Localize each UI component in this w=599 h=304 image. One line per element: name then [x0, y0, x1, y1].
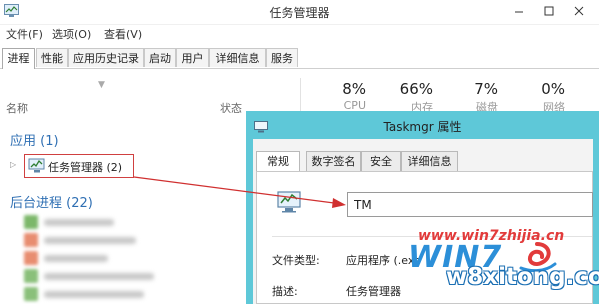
watermark-site-url-secondary: w8xitong.com: [446, 264, 599, 290]
annotation-arrow: [133, 176, 346, 208]
